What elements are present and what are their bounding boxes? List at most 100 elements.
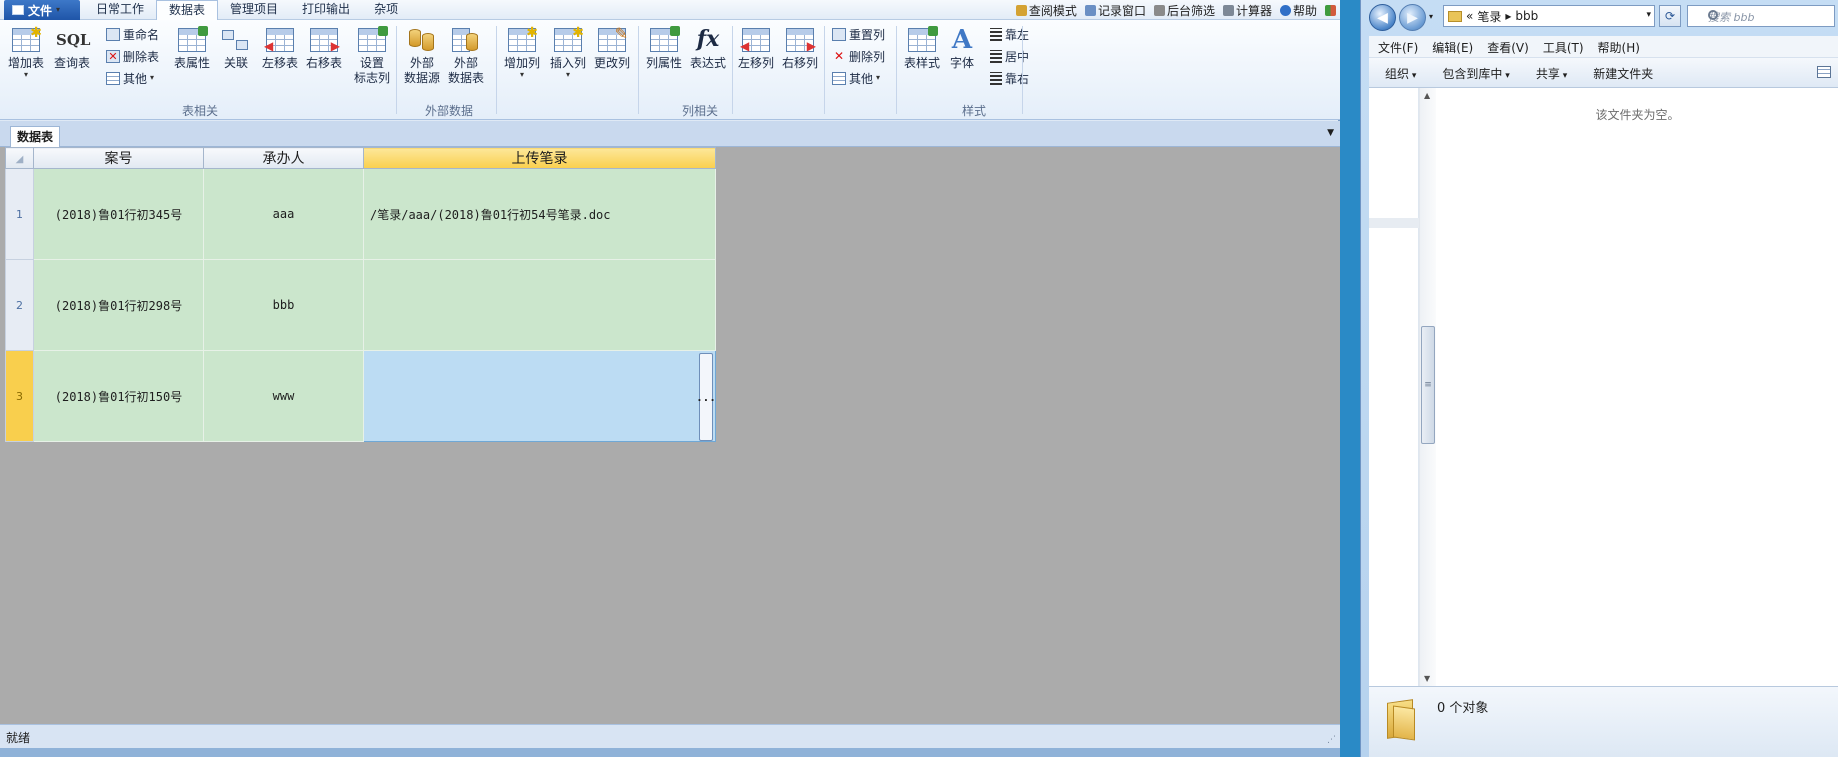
column-header-upload-record[interactable]: 上传笔录 [363,147,716,169]
cell-upload-record[interactable]: /笔录/aaa/(2018)鲁01行初54号笔录.doc [363,168,716,260]
column-props-icon [648,26,680,54]
address-prefix: « [1466,9,1474,23]
chevron-down-icon[interactable]: ▾ [1646,10,1651,20]
align-left-button[interactable]: 靠左 [990,24,1029,44]
column-other-label: 其他 [849,71,874,86]
tab-misc[interactable]: 杂项 [362,0,410,20]
file-menu-button[interactable]: 文件 ▾ [4,0,80,20]
breadcrumb-subfolder[interactable]: bbb [1515,9,1538,23]
relate-button[interactable]: 关联 [220,26,252,71]
ribbon: ✱ 增加表 ▾ SQL 查询表 重命名 ✕ 删除表 其他 ▾ 表属性 关联 ◀ … [0,20,1340,120]
tab-data-table[interactable]: 数据表 [156,0,219,21]
calculator-label: 计算器 [1235,3,1272,18]
column-other-button[interactable]: 其他 ▾ [832,68,880,88]
add-table-button[interactable]: ✱ 增加表 ▾ [8,26,44,79]
background-filter-button[interactable]: 后台筛选 [1153,2,1215,19]
refresh-button[interactable]: ⟳ [1659,5,1681,27]
align-right-label: 靠右 [1005,71,1030,86]
search-input[interactable]: 搜索 bbb [1687,5,1835,27]
scroll-down-icon[interactable]: ▼ [1424,674,1430,683]
menu-tools[interactable]: 工具(T) [1543,39,1584,55]
ribbon-separator [732,26,733,114]
rename-icon [106,27,120,41]
taskbar-strip [0,748,1340,757]
include-in-library-button[interactable]: 包含到库中 [1442,65,1509,81]
row-number[interactable]: 2 [5,259,34,351]
align-center-button[interactable]: 居中 [990,46,1029,66]
new-folder-button[interactable]: 新建文件夹 [1593,65,1653,81]
row-number[interactable]: 3 [5,350,34,442]
column-header-handler[interactable]: 承办人 [203,147,364,169]
table-style-button[interactable]: 表样式 [904,26,940,71]
query-table-label: 查询表 [54,56,91,70]
menu-view[interactable]: 查看(V) [1487,39,1529,55]
row-number[interactable]: 1 [5,168,34,260]
tab-daily-work[interactable]: 日常工作 [84,0,156,20]
calculator-button[interactable]: 计算器 [1222,2,1272,19]
ribbon-separator [396,26,397,114]
external-source-button[interactable]: 外部 数据源 [404,26,440,86]
group-label-external: 外部数据 [424,104,473,118]
cell-case-number[interactable]: (2018)鲁01行初150号 [33,350,204,442]
share-button[interactable]: 共享 [1536,65,1567,81]
chevron-down-icon[interactable]: ▼ [1327,128,1334,138]
expression-button[interactable]: fx 表达式 [690,26,726,71]
table-other-button[interactable]: 其他 ▾ [106,68,154,88]
external-table-label-1: 外部 [454,56,479,70]
select-all-corner[interactable]: ◢ [5,147,34,169]
align-right-button[interactable]: 靠右 [990,68,1029,88]
table-props-button[interactable]: 表属性 [174,26,210,71]
organize-button[interactable]: 组织 [1385,65,1416,81]
resize-grip-icon[interactable]: ⋰ [1327,735,1336,745]
column-props-button[interactable]: 列属性 [646,26,682,71]
help-button[interactable]: 帮助 [1279,2,1317,19]
tab-manage-project[interactable]: 管理项目 [218,0,290,20]
cell-handler[interactable]: aaa [203,168,364,260]
reset-column-button[interactable]: 重置列 [832,24,885,44]
edit-column-button[interactable]: ✎ 更改列 [594,26,630,71]
view-mode-button[interactable]: 查阅模式 [1015,2,1077,19]
menu-help[interactable]: 帮助(H) [1598,39,1640,55]
cell-case-number[interactable]: (2018)鲁01行初345号 [33,168,204,260]
add-column-button[interactable]: ✱ 增加列 ▾ [504,26,540,79]
menu-edit[interactable]: 编辑(E) [1432,39,1473,55]
delete-table-button[interactable]: ✕ 删除表 [106,46,159,66]
cell-handler[interactable]: www [203,350,364,442]
query-table-button[interactable]: SQL 查询表 [54,26,90,71]
ribbon-separator [638,26,639,114]
set-flag-column-button[interactable]: 设置 标志列 [354,26,390,86]
move-table-left-button[interactable]: ◀ 左移表 [262,26,298,71]
menu-file[interactable]: 文件(F) [1378,39,1418,55]
scroll-thumb[interactable]: ≡ [1421,326,1435,444]
history-dropdown-icon[interactable]: ▾ [1429,12,1433,21]
record-window-button[interactable]: 记录窗口 [1084,2,1146,19]
nav-pane-scrollbar[interactable]: ▲ ≡ ▼ [1419,88,1436,686]
rename-button[interactable]: 重命名 [106,24,159,44]
delete-column-button[interactable]: ✕ 删除列 [832,46,885,66]
scroll-up-icon[interactable]: ▲ [1424,91,1430,100]
move-column-left-button[interactable]: ◀ 左移列 [738,26,774,71]
sheet-tab-data-table[interactable]: 数据表 [10,126,61,147]
column-header-case-number[interactable]: 案号 [33,147,204,169]
users-button[interactable] [1325,4,1336,16]
back-button[interactable]: ◀ [1369,4,1396,31]
address-bar[interactable]: « 笔录 ▸ bbb ▾ [1443,5,1655,27]
move-column-right-button[interactable]: ▶ 右移列 [782,26,818,71]
insert-column-button[interactable]: ✱ 插入列 ▾ [550,26,586,79]
navigation-pane[interactable] [1369,88,1419,686]
browse-file-button[interactable]: ... [696,353,716,441]
forward-button[interactable]: ▶ [1399,4,1426,31]
cell-handler[interactable]: bbb [203,259,364,351]
view-options-icon[interactable] [1817,66,1831,78]
breadcrumb-folder[interactable]: 笔录 [1477,8,1501,25]
align-center-icon [990,49,1002,63]
cell-upload-record[interactable] [363,259,716,351]
tab-print-output[interactable]: 打印输出 [290,0,362,20]
external-table-button[interactable]: 外部 数据表 [448,26,484,86]
move-table-right-label: 右移表 [306,56,343,70]
file-list[interactable]: 该文件夹为空。 [1436,88,1838,686]
font-button[interactable]: A 字体 [946,26,978,71]
cell-case-number[interactable]: (2018)鲁01行初298号 [33,259,204,351]
move-table-right-button[interactable]: ▶ 右移表 [306,26,342,71]
cell-upload-record-selected[interactable]: ... [363,350,716,442]
